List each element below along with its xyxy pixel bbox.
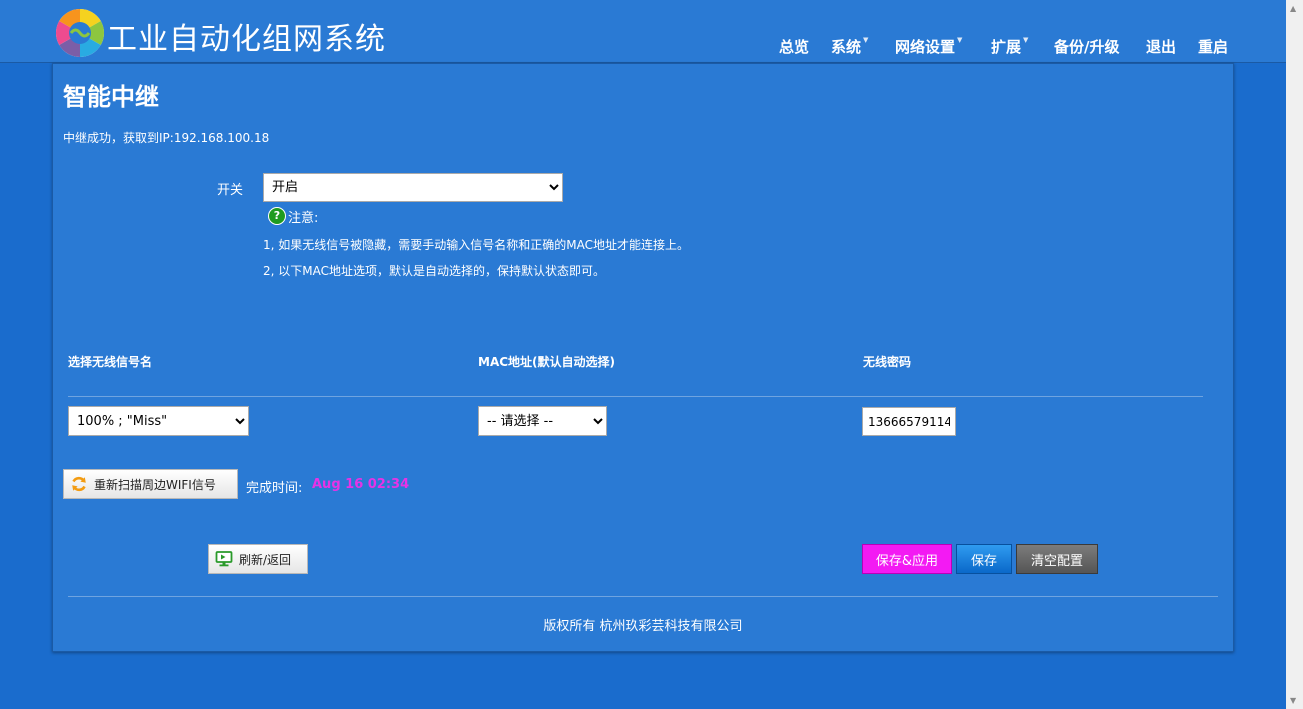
nav-system[interactable]: 系统 ▼ — [831, 36, 868, 57]
copyright-footer: 版权所有 杭州玖彩芸科技有限公司 — [543, 619, 743, 634]
logo-icon — [55, 8, 105, 58]
note-line-1: 1, 如果无线信号被隐藏，需要手动输入信号名称和正确的MAC地址才能连接上。 — [263, 238, 689, 252]
finish-time-value: Aug 16 02:34 — [312, 477, 410, 492]
nav-backup-upgrade[interactable]: 备份/升级 — [1054, 36, 1119, 57]
scroll-up-icon[interactable]: ▲ — [1290, 4, 1296, 13]
nav-logout[interactable]: 退出 — [1146, 36, 1176, 57]
caret-down-icon: ▼ — [957, 36, 963, 44]
caret-down-icon: ▼ — [863, 36, 869, 44]
clear-config-button[interactable]: 清空配置 — [1016, 544, 1098, 574]
nav-extensions[interactable]: 扩展 ▼ — [991, 36, 1028, 57]
relay-panel: 智能中继 中继成功，获取到IP:192.168.100.18 开关 开启 ? 注… — [52, 63, 1234, 652]
relay-status-message: 中继成功，获取到IP:192.168.100.18 — [63, 131, 270, 145]
nav-overview[interactable]: 总览 — [779, 36, 809, 57]
refresh-back-button[interactable]: 刷新/返回 — [208, 544, 308, 574]
rescan-wifi-button[interactable]: 重新扫描周边WIFI信号 — [63, 469, 238, 499]
nav-network-settings[interactable]: 网络设置 ▼ — [895, 36, 962, 57]
switch-select[interactable]: 开启 — [263, 173, 563, 202]
password-column-header: 无线密码 — [863, 355, 912, 369]
divider — [68, 596, 1218, 597]
switch-label: 开关 — [217, 183, 244, 198]
note-line-2: 2, 以下MAC地址选项，默认是自动选择的，保持默认状态即可。 — [263, 264, 605, 278]
question-icon: ? — [268, 207, 286, 225]
scroll-down-icon[interactable]: ▼ — [1290, 696, 1296, 705]
refresh-icon — [72, 476, 86, 492]
save-button[interactable]: 保存 — [956, 544, 1012, 574]
note-title: 注意: — [288, 211, 319, 226]
divider — [68, 396, 1203, 397]
password-input[interactable] — [862, 407, 956, 436]
caret-down-icon: ▼ — [1023, 36, 1029, 44]
save-apply-button[interactable]: 保存&应用 — [862, 544, 952, 574]
brand-title: 工业自动化组网系统 — [107, 22, 386, 57]
page-title: 智能中继 — [63, 83, 159, 111]
mac-column-header: MAC地址(默认自动选择) — [478, 355, 616, 369]
mac-select[interactable]: -- 请选择 -- — [478, 406, 607, 436]
top-navbar: 工业自动化组网系统 总览 系统 ▼ 网络设置 ▼ 扩展 ▼ 备份/升级 退出 重启 — [0, 0, 1286, 63]
finish-time-label: 完成时间: — [246, 481, 303, 496]
ssid-select[interactable]: 100% ; "Miss" — [68, 406, 249, 436]
ssid-column-header: 选择无线信号名 — [68, 355, 153, 369]
vertical-scrollbar[interactable]: ▲ ▼ — [1286, 0, 1303, 709]
nav-reboot[interactable]: 重启 — [1198, 36, 1228, 57]
monitor-icon — [215, 551, 233, 567]
